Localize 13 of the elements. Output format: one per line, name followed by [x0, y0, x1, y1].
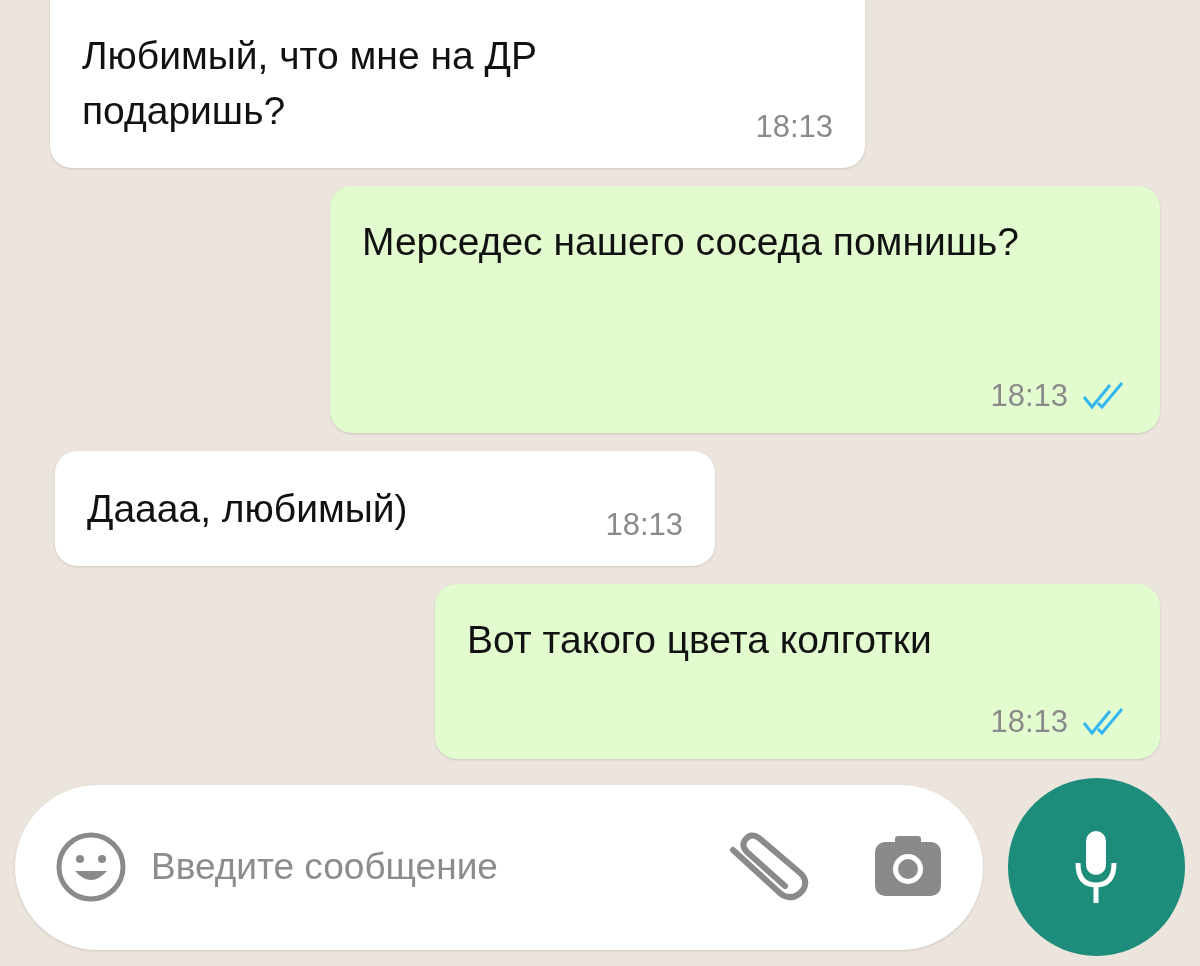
message-time: 18:13 [605, 505, 683, 544]
message-time: 18:13 [990, 702, 1068, 741]
emoji-icon[interactable] [55, 831, 127, 903]
message-text: Мерседес нашего соседа помнишь? [362, 219, 1020, 265]
message-text: Вот такого цвета колготки [467, 617, 933, 663]
message-field[interactable]: Введите сообщение [151, 839, 703, 895]
message-input[interactable]: Введите сообщение [15, 784, 983, 950]
message-time: 18:13 [755, 107, 833, 146]
microphone-icon [1074, 829, 1119, 905]
camera-icon[interactable] [872, 836, 943, 898]
message-time: 18:13 [990, 376, 1068, 415]
message-text: Даааа, любимый) [87, 486, 408, 532]
message-text: Любимый, что мне на ДР подаришь? [82, 33, 538, 134]
